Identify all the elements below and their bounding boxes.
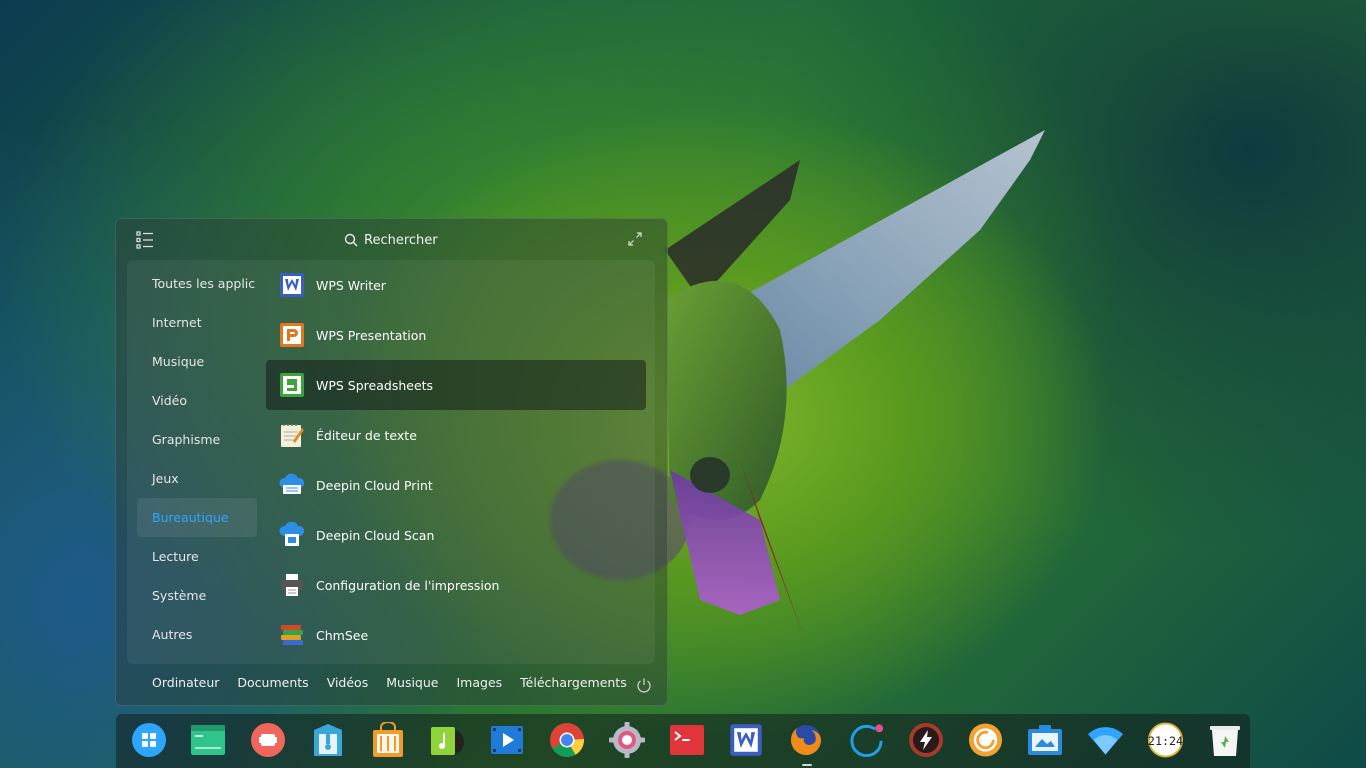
wps-writer-icon <box>730 724 763 756</box>
launcher-icon <box>131 723 166 757</box>
category-office[interactable]: Bureautique <box>137 498 257 537</box>
screenshot-icon <box>1028 725 1063 755</box>
app-label: WPS Spreadsheets <box>316 377 434 393</box>
dock-settings[interactable] <box>608 720 645 760</box>
launcher-header: Rechercher <box>116 219 667 259</box>
category-reading[interactable]: Lecture <box>137 537 257 576</box>
category-others[interactable]: Autres <box>137 615 257 654</box>
screen-recorder-icon <box>251 723 286 757</box>
dock-music[interactable] <box>429 720 466 760</box>
app-label: WPS Presentation <box>316 327 427 343</box>
printer-icon <box>278 571 306 599</box>
dock-app-store[interactable] <box>369 720 406 760</box>
text-editor-icon <box>278 421 306 449</box>
dock-items: 21:24 <box>130 720 1243 766</box>
search-box[interactable]: Rechercher <box>344 230 438 250</box>
dock-launcher[interactable] <box>130 720 167 760</box>
category-all[interactable]: Toutes les applic <box>137 264 257 303</box>
dock-camera[interactable] <box>967 720 1004 760</box>
wps-writer-icon <box>278 271 306 299</box>
places-list: Ordinateur Documents Vidéos Musique Imag… <box>152 675 645 690</box>
dock-trash[interactable] <box>1206 720 1243 760</box>
power-icon[interactable] <box>636 677 652 693</box>
settings-icon <box>608 722 645 758</box>
archive-manager-icon <box>313 724 342 756</box>
cloud-print-icon <box>278 471 306 499</box>
category-graphics[interactable]: Graphisme <box>137 420 257 459</box>
dock-screen-recorder[interactable] <box>250 720 287 760</box>
place-downloads[interactable]: Téléchargements <box>520 675 627 690</box>
dock-screenshot[interactable] <box>1027 720 1064 760</box>
app-item-chmsee[interactable]: ChmSee <box>266 610 646 660</box>
search-icon <box>344 233 358 247</box>
dock: 21:24 <box>116 714 1250 768</box>
firefox-icon <box>791 725 822 755</box>
app-item-wps-writer[interactable]: WPS Writer <box>266 260 646 310</box>
deepin-circle-icon <box>849 724 883 758</box>
launcher-places-bar: Ordinateur Documents Vidéos Musique Imag… <box>116 667 667 705</box>
category-music[interactable]: Musique <box>137 342 257 381</box>
clock-text: 21:24 <box>1147 734 1182 748</box>
category-internet[interactable]: Internet <box>137 303 257 342</box>
app-list: WPS Writer WPS Presentation WPS Spreadsh… <box>266 260 646 660</box>
music-icon <box>431 727 465 755</box>
place-documents[interactable]: Documents <box>237 675 308 690</box>
app-label: Deepin Cloud Print <box>316 477 433 493</box>
chrome-icon <box>550 723 585 757</box>
terminal-icon <box>669 725 704 755</box>
dock-file-manager[interactable] <box>190 720 227 760</box>
app-label: ChmSee <box>316 627 369 643</box>
category-video[interactable]: Vidéo <box>137 381 257 420</box>
app-launcher: Rechercher Toutes les applic Internet Mu… <box>115 218 668 706</box>
app-store-icon <box>372 722 403 757</box>
app-label: WPS Writer <box>316 277 386 293</box>
app-label: Deepin Cloud Scan <box>316 527 435 543</box>
file-manager-icon <box>191 725 226 755</box>
search-placeholder: Rechercher <box>364 232 438 248</box>
place-music[interactable]: Musique <box>386 675 438 690</box>
dock-boot-maker[interactable] <box>907 720 944 760</box>
place-images[interactable]: Images <box>456 675 502 690</box>
dock-terminal[interactable] <box>668 720 705 760</box>
category-games[interactable]: Jeux <box>137 459 257 498</box>
dock-chrome[interactable] <box>549 720 586 760</box>
launcher-content: Toutes les applic Internet Musique Vidéo… <box>127 260 655 664</box>
place-videos[interactable]: Vidéos <box>327 675 369 690</box>
movie-icon <box>491 726 524 754</box>
trash-icon <box>1209 726 1240 756</box>
cloud-scan-icon <box>278 521 306 549</box>
dock-movie[interactable] <box>489 720 526 760</box>
wps-presentation-icon <box>278 321 306 349</box>
dock-archive-manager[interactable] <box>309 720 346 760</box>
category-list: Toutes les applic Internet Musique Vidéo… <box>137 264 257 654</box>
dock-clock[interactable]: 21:24 <box>1147 720 1184 760</box>
app-item-wps-presentation[interactable]: WPS Presentation <box>266 310 646 360</box>
app-label: Configuration de l'impression <box>316 577 500 593</box>
camera-icon <box>969 723 1003 757</box>
category-view-icon[interactable] <box>136 231 154 249</box>
app-item-text-editor[interactable]: Éditeur de texte <box>266 410 646 460</box>
dock-deepin-circle[interactable] <box>848 720 885 760</box>
boot-maker-icon <box>908 723 943 757</box>
dock-wifi[interactable] <box>1087 720 1124 760</box>
running-indicator <box>801 764 812 766</box>
app-label: Éditeur de texte <box>316 427 417 443</box>
chmsee-icon <box>278 621 306 649</box>
dock-wps-writer[interactable] <box>728 720 765 760</box>
dock-firefox[interactable] <box>788 720 825 766</box>
app-item-print-settings[interactable]: Configuration de l'impression <box>266 560 646 610</box>
app-item-cloud-scan[interactable]: Deepin Cloud Scan <box>266 510 646 560</box>
fullscreen-toggle-icon[interactable] <box>627 231 643 247</box>
clock-icon: 21:24 <box>1147 722 1183 758</box>
app-item-wps-spreadsheets[interactable]: WPS Spreadsheets <box>266 360 646 410</box>
wifi-icon <box>1087 727 1123 755</box>
place-computer[interactable]: Ordinateur <box>152 675 219 690</box>
category-system[interactable]: Système <box>137 576 257 615</box>
wps-spreadsheets-icon <box>278 371 306 399</box>
app-item-cloud-print[interactable]: Deepin Cloud Print <box>266 460 646 510</box>
